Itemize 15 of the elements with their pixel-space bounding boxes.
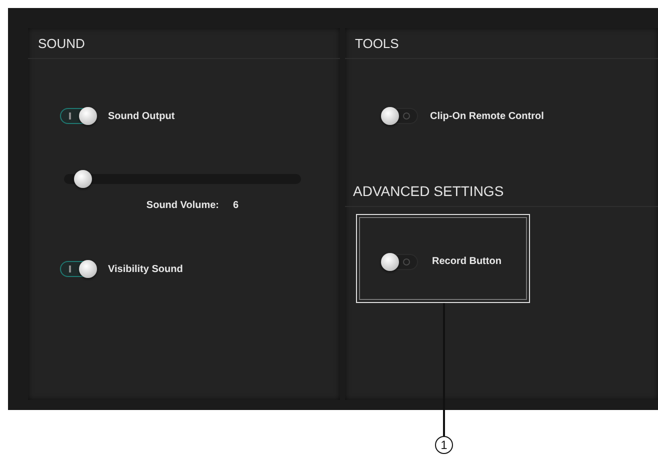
volume-label: Sound Volume: [146, 200, 220, 211]
section-title: SOUND [38, 36, 85, 50]
toggle-label: Clip-On Remote Control [430, 110, 544, 122]
section-title: TOOLS [355, 36, 399, 50]
toggle-switch[interactable] [60, 108, 96, 124]
volume-value: 6 [233, 200, 239, 211]
toggle-label: Visibility Sound [108, 264, 183, 274]
toggle-label: Record Button [432, 256, 502, 267]
slider-thumb[interactable] [74, 170, 92, 188]
toggle-label: Sound Output [108, 110, 175, 122]
section-title: ADVANCED SETTINGS [353, 183, 504, 199]
toggle-switch[interactable] [382, 254, 418, 270]
toggle-switch[interactable] [382, 108, 418, 124]
callout-number: 1 [435, 436, 453, 454]
toggle-switch[interactable] [60, 261, 96, 277]
